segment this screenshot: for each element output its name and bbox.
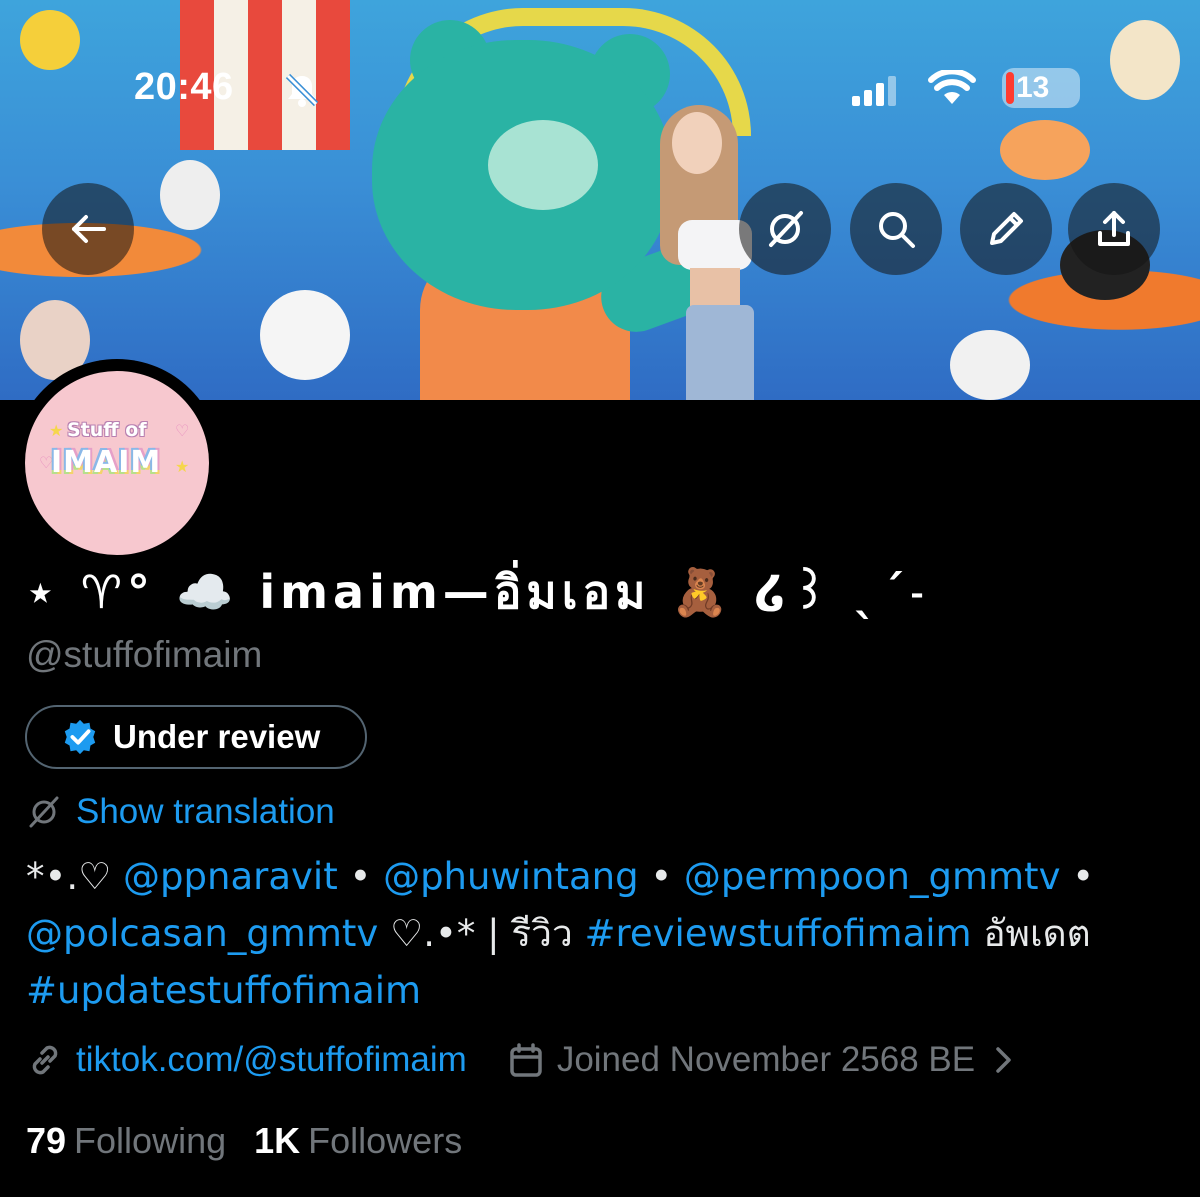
mention-link[interactable]: @polcasan_gmmtv — [26, 912, 378, 955]
avatar-logo-main: IMAIM — [51, 445, 162, 480]
mention-link[interactable]: @permpoon_gmmtv — [684, 855, 1061, 898]
back-button[interactable] — [42, 183, 134, 275]
website-link[interactable]: tiktok.com/@stuffofimaim — [76, 1040, 467, 1080]
hashtag-link[interactable]: #reviewstuffofimaim — [585, 912, 972, 955]
banner-decoration — [260, 290, 350, 380]
edit-pencil-icon — [990, 212, 1023, 245]
bio-separator: • — [337, 855, 384, 898]
person-waist — [690, 268, 740, 308]
chevron-right-icon[interactable] — [991, 1045, 1017, 1075]
translate-icon — [29, 796, 59, 828]
bio-text: อัพเดต — [971, 912, 1091, 955]
share-button[interactable] — [1068, 183, 1160, 275]
calendar-icon — [510, 1043, 542, 1077]
signal-icon — [852, 76, 896, 106]
share-upload-icon — [1098, 211, 1130, 246]
banner-decoration — [1000, 120, 1090, 180]
translate-icon — [769, 211, 803, 247]
search-button[interactable] — [850, 183, 942, 275]
verification-status-label: Under review — [113, 718, 321, 755]
following-count: 79 — [26, 1120, 67, 1161]
logo-heart-icon: ♡ — [175, 423, 190, 440]
banner-decoration — [950, 330, 1030, 400]
mascot-snout — [488, 120, 598, 210]
battery-percent: 13 — [1016, 71, 1050, 104]
avatar-image: ★ ♡ ♡ ★ Stuff of IMAIM — [25, 371, 209, 555]
back-arrow-icon — [72, 215, 106, 243]
bio-text: ♡.•* | รีวิว — [378, 912, 585, 955]
profile-bio: *•.♡ @ppnaravit • @phuwintang • @permpoo… — [26, 848, 1176, 1019]
profile-meta-row: tiktok.com/@stuffofimaim Joined November… — [26, 1040, 1017, 1080]
join-date[interactable]: Joined November 2568 BE — [557, 1040, 975, 1080]
verified-badge-icon — [64, 719, 96, 755]
bio-text: *•.♡ — [26, 855, 124, 898]
logo-star-icon: ★ — [175, 459, 190, 476]
hashtag-link[interactable]: #updatestuffofimaim — [26, 969, 421, 1012]
followers-count: 1K — [254, 1120, 301, 1161]
display-name: ⋆ ♈︎° ☁️ imaim—อิ่มเอม 🧸 ໒꒱ ˎˊ˗ — [26, 565, 930, 619]
logo-star-icon: ★ — [49, 423, 64, 440]
followers-stat[interactable]: 1K Followers — [254, 1120, 462, 1161]
status-time: 20:46 — [134, 66, 234, 108]
person-face — [672, 112, 722, 174]
banner-decoration — [20, 10, 80, 70]
following-label: Following — [74, 1120, 227, 1161]
bio-separator: • — [638, 855, 684, 898]
battery-icon: 13 — [1002, 68, 1080, 108]
banner-stripe — [248, 0, 282, 150]
bio-separator: • — [1060, 855, 1095, 898]
banner-decoration — [1110, 20, 1180, 100]
edit-button[interactable] — [960, 183, 1052, 275]
profile-avatar[interactable]: ★ ♡ ♡ ★ Stuff of IMAIM — [13, 359, 221, 567]
banner-decoration — [160, 160, 220, 230]
show-translation-row[interactable]: Show translation — [26, 792, 335, 832]
translate-button[interactable] — [739, 183, 831, 275]
user-handle: @stuffofimaim — [26, 634, 263, 675]
person-jeans — [686, 305, 754, 400]
search-icon — [879, 212, 915, 248]
bell-slash-icon — [285, 73, 319, 107]
mention-link[interactable]: @phuwintang — [383, 855, 639, 898]
link-icon — [32, 1045, 58, 1075]
avatar-logo-top: Stuff of — [67, 419, 147, 441]
verification-status-button[interactable]: Under review — [25, 705, 367, 769]
profile-banner[interactable]: 20:46 13 — [0, 0, 1200, 400]
follow-stats: 79 Following 1K Followers — [26, 1120, 462, 1162]
following-stat[interactable]: 79 Following — [26, 1120, 226, 1161]
followers-label: Followers — [308, 1120, 463, 1161]
wifi-icon — [928, 70, 976, 104]
show-translation-link[interactable]: Show translation — [76, 792, 335, 832]
battery-level — [1006, 72, 1014, 104]
mention-link[interactable]: @ppnaravit — [123, 855, 338, 898]
